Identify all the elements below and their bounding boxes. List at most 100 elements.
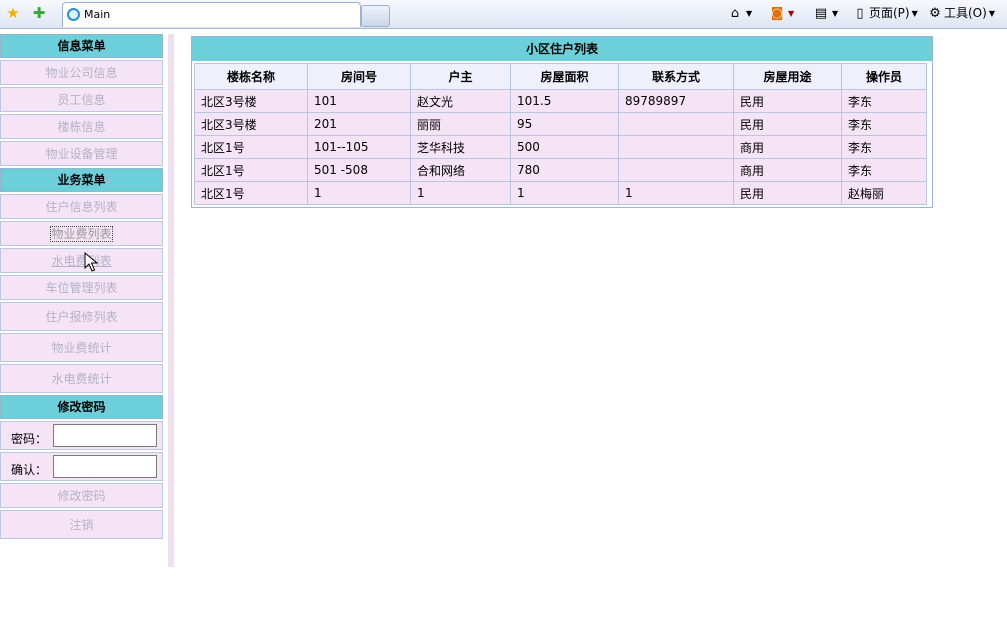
- cell-room: 501 -508: [307, 158, 411, 182]
- sidebar-item-utility-fee-list[interactable]: 水电费列表: [0, 248, 163, 273]
- printer-icon: ▤: [814, 5, 828, 21]
- change-password-button[interactable]: 修改密码: [0, 483, 163, 508]
- logout-label: 注销: [69, 518, 94, 532]
- cell-operator: 李东: [841, 112, 927, 136]
- cell-owner: 1: [410, 181, 511, 205]
- sidebar-item-building-info[interactable]: 楼栋信息: [0, 114, 163, 139]
- ie-page-icon: [67, 8, 80, 21]
- table-row: 北区1号 1 1 1 1 民用 赵梅丽: [194, 181, 927, 205]
- rss-icon: ◙: [770, 5, 784, 21]
- gear-icon: ⚙: [929, 5, 941, 21]
- col-building: 楼栋名称: [194, 63, 308, 90]
- sidebar-item-label: 住户报修列表: [45, 310, 118, 324]
- sidebar-item-label: 物业费列表: [50, 226, 113, 242]
- add-favorite-icon[interactable]: ✚: [29, 4, 49, 22]
- cell-building: 北区1号: [194, 158, 308, 182]
- sidebar-item-label: 物业公司信息: [45, 66, 118, 80]
- cell-owner: 丽丽: [410, 112, 511, 136]
- change-password-label: 修改密码: [57, 489, 106, 503]
- favorites-star-icon[interactable]: ★: [3, 4, 23, 22]
- cell-operator: 李东: [841, 158, 927, 182]
- cell-usage: 民用: [733, 181, 842, 205]
- cell-operator: 李东: [841, 89, 927, 113]
- sidebar-item-company-info[interactable]: 物业公司信息: [0, 60, 163, 85]
- cell-room: 101: [307, 89, 411, 113]
- cell-owner: 合和网络: [410, 158, 511, 182]
- tools-menu-label: 工具(O): [944, 6, 987, 20]
- table-header-row: 楼栋名称 房间号 户主 房屋面积 联系方式 房屋用途 操作员: [194, 63, 927, 90]
- table-row: 北区1号 501 -508 合和网络 780 商用 李东: [194, 158, 927, 182]
- sidebar-item-property-fee-stats[interactable]: 物业费统计: [0, 333, 163, 362]
- cell-usage: 民用: [733, 112, 842, 136]
- cell-room: 201: [307, 112, 411, 136]
- table-row: 北区1号 101--105 芝华科技 500 商用 李东: [194, 135, 927, 159]
- business-menu-header: 业务菜单: [0, 168, 163, 192]
- logout-button[interactable]: 注销: [0, 510, 163, 539]
- col-area: 房屋面积: [510, 63, 619, 90]
- print-button[interactable]: ▤ ▼: [812, 3, 838, 23]
- cell-owner: 芝华科技: [410, 135, 511, 159]
- password-row: 密码：: [0, 421, 163, 450]
- sidebar-item-label: 水电费列表: [51, 254, 112, 268]
- home-icon: ⌂: [730, 5, 740, 21]
- sidebar-item-label: 物业费统计: [51, 341, 112, 355]
- frame-divider[interactable]: [168, 34, 174, 567]
- cell-usage: 商用: [733, 158, 842, 182]
- new-tab-button[interactable]: [361, 5, 390, 27]
- sidebar-item-label: 住户信息列表: [45, 200, 118, 214]
- sidebar-item-property-fee-list[interactable]: 物业费列表: [0, 221, 163, 246]
- sidebar-item-label: 员工信息: [57, 93, 106, 107]
- home-button[interactable]: ⌂ ▼: [726, 3, 752, 23]
- col-owner: 户主: [410, 63, 511, 90]
- sidebar-item-label: 水电费统计: [51, 372, 112, 386]
- cell-room: 1: [307, 181, 411, 205]
- sidebar: 信息菜单 物业公司信息 员工信息 楼栋信息 物业设备管理 业务菜单 住户信息列表…: [0, 34, 163, 541]
- mouse-cursor-icon: [84, 252, 98, 272]
- cell-building: 北区1号: [194, 181, 308, 205]
- sidebar-item-equipment[interactable]: 物业设备管理: [0, 141, 163, 166]
- tab-title: Main: [84, 8, 111, 21]
- resident-list-panel: 小区住户列表 楼栋名称 房间号 户主 房屋面积 联系方式 房屋用途 操作员 北区…: [191, 36, 933, 208]
- col-usage: 房屋用途: [733, 63, 842, 90]
- sidebar-item-staff-info[interactable]: 员工信息: [0, 87, 163, 112]
- sidebar-item-label: 楼栋信息: [57, 120, 106, 134]
- cell-contact: [618, 158, 734, 182]
- cell-usage: 民用: [733, 89, 842, 113]
- info-menu-header: 信息菜单: [0, 34, 163, 58]
- sidebar-item-repair-list[interactable]: 住户报修列表: [0, 302, 163, 331]
- cell-room: 101--105: [307, 135, 411, 159]
- cell-contact: 1: [618, 181, 734, 205]
- cell-area: 1: [510, 181, 619, 205]
- password-label: 密码：: [11, 432, 48, 446]
- password-input[interactable]: [53, 424, 157, 447]
- cell-area: 780: [510, 158, 619, 182]
- sidebar-item-resident-list[interactable]: 住户信息列表: [0, 194, 163, 219]
- table-row: 北区3号楼 201 丽丽 95 民用 李东: [194, 112, 927, 136]
- table-row: 北区3号楼 101 赵文光 101.5 89789897 民用 李东: [194, 89, 927, 113]
- password-menu-header: 修改密码: [0, 395, 163, 419]
- resident-table: 楼栋名称 房间号 户主 房屋面积 联系方式 房屋用途 操作员 北区3号楼 101 赵…: [194, 63, 927, 205]
- cell-building: 北区3号楼: [194, 89, 308, 113]
- cell-area: 95: [510, 112, 619, 136]
- browser-tab[interactable]: Main: [62, 2, 361, 27]
- cell-contact: [618, 135, 734, 159]
- tools-menu[interactable]: ⚙ 工具(O) ▼: [926, 3, 995, 23]
- browser-toolbar: ★ ✚ Main ⌂ ▼ ◙ ▼ ▤ ▼ ▯ 页面(P) ▼ ⚙ 工具(O) ▼: [0, 0, 1007, 29]
- sidebar-item-utility-fee-stats[interactable]: 水电费统计: [0, 364, 163, 393]
- feeds-button[interactable]: ◙ ▼: [768, 3, 794, 23]
- page-menu[interactable]: ▯ 页面(P) ▼: [851, 3, 917, 23]
- confirm-label: 确认：: [11, 463, 48, 477]
- col-contact: 联系方式: [618, 63, 734, 90]
- page-title: 小区住户列表: [192, 37, 932, 61]
- cell-usage: 商用: [733, 135, 842, 159]
- cell-building: 北区3号楼: [194, 112, 308, 136]
- page-icon: ▯: [856, 5, 864, 21]
- sidebar-item-label: 车位管理列表: [45, 281, 118, 295]
- cell-operator: 李东: [841, 135, 927, 159]
- confirm-password-input[interactable]: [53, 455, 157, 478]
- cell-contact: [618, 112, 734, 136]
- col-operator: 操作员: [841, 63, 927, 90]
- sidebar-item-parking-list[interactable]: 车位管理列表: [0, 275, 163, 300]
- cell-building: 北区1号: [194, 135, 308, 159]
- sidebar-item-label: 物业设备管理: [45, 147, 118, 161]
